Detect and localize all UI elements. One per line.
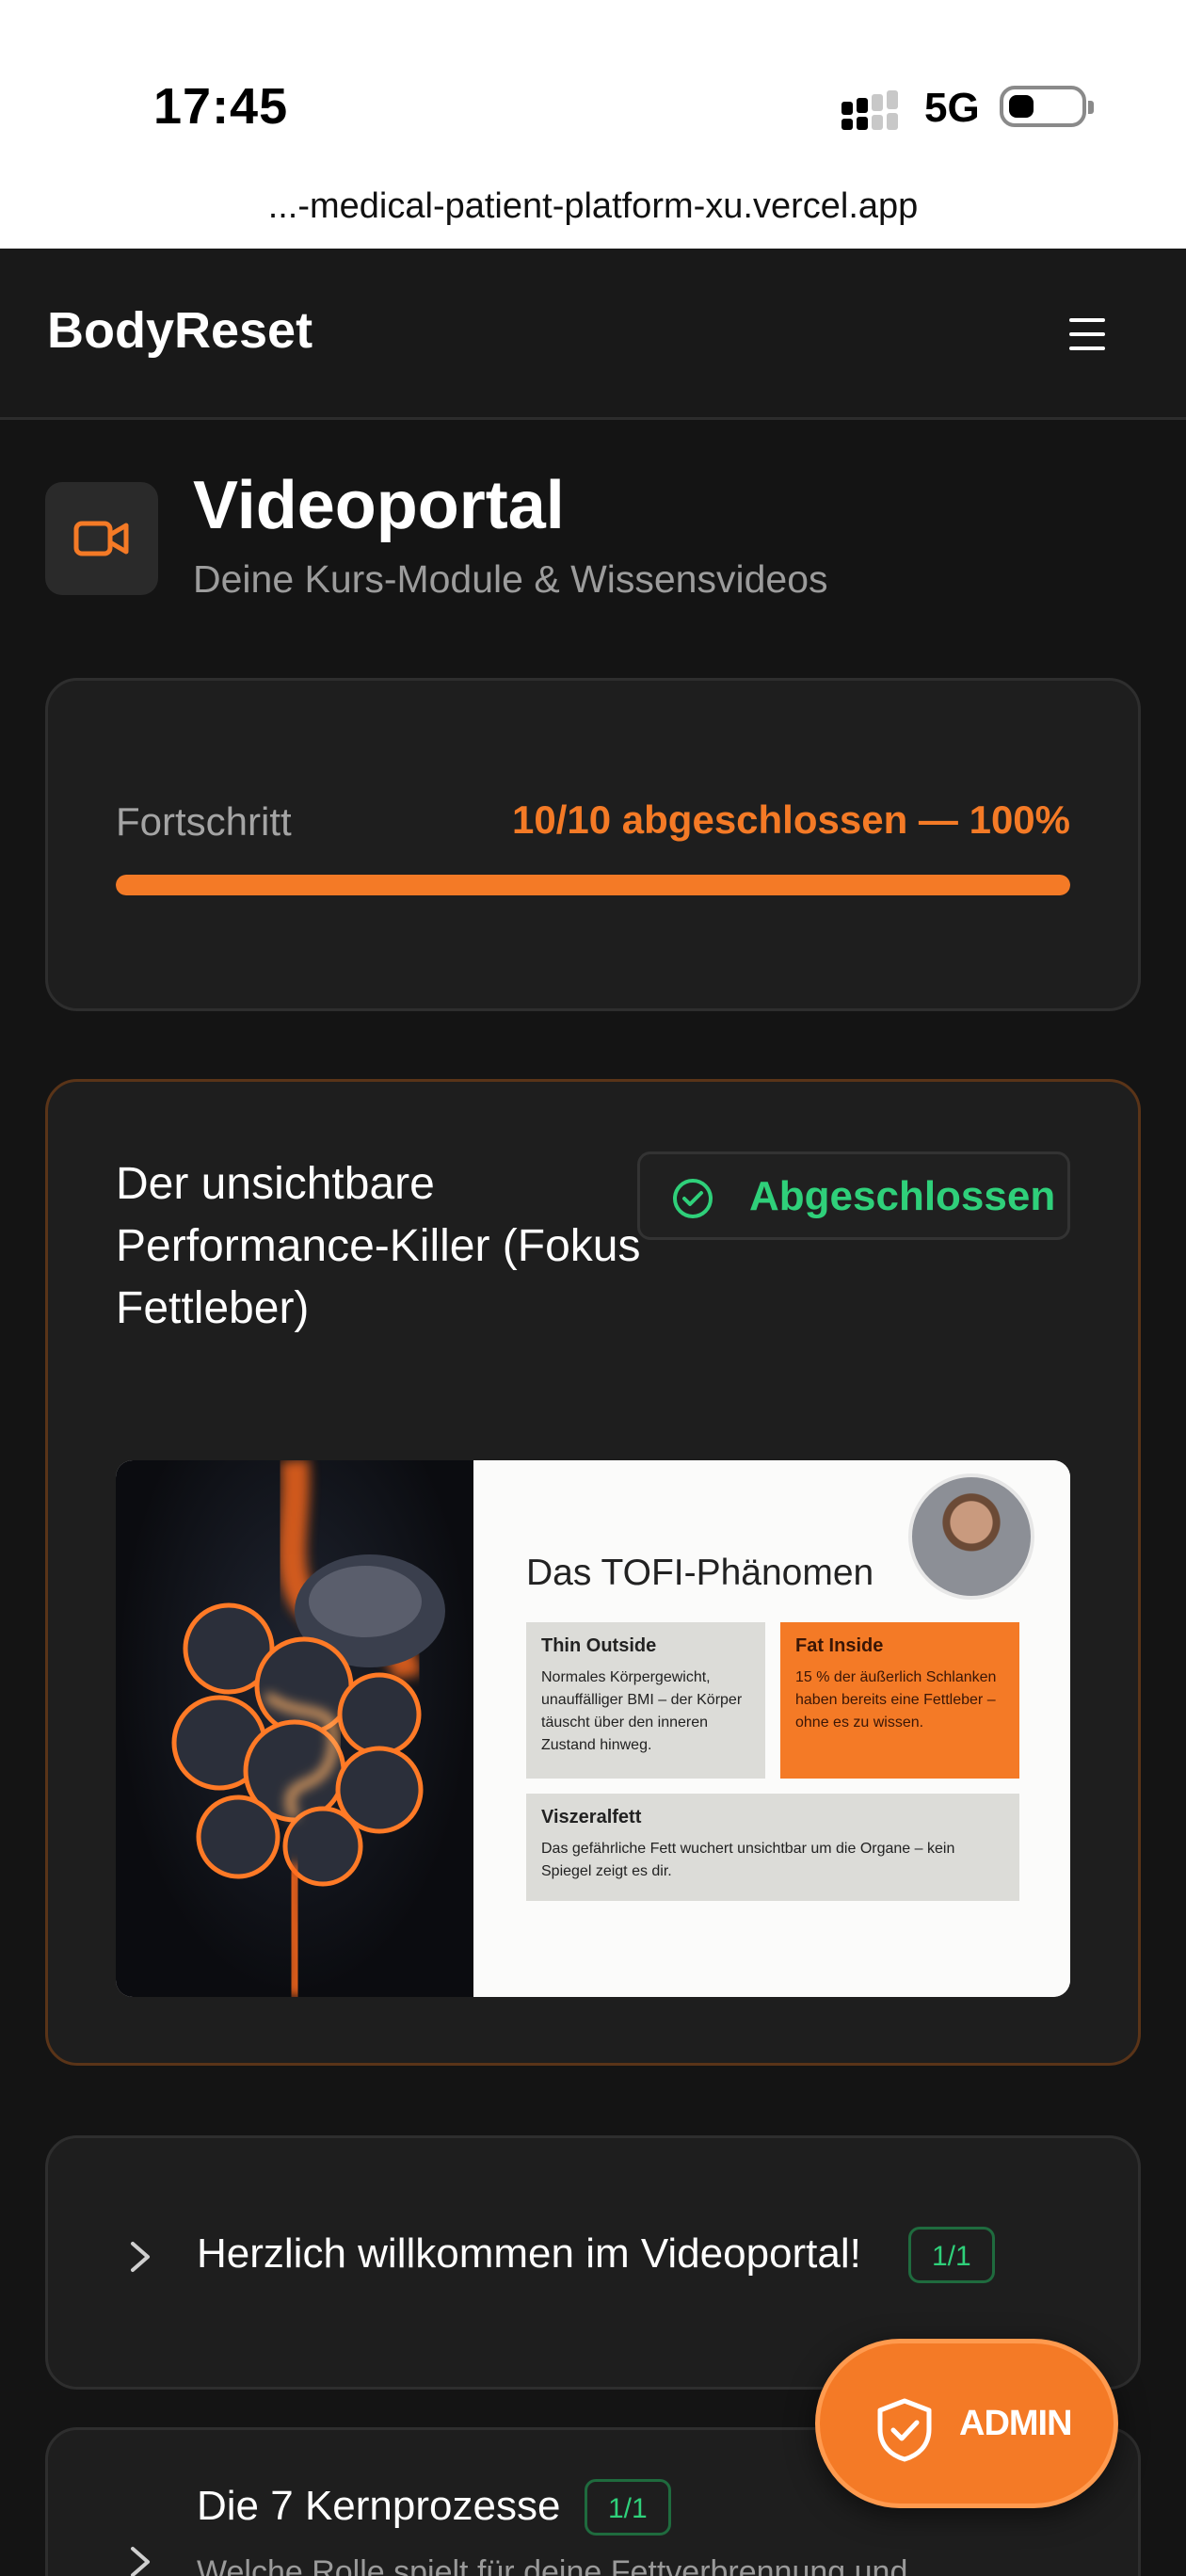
slide-box-text: 15 % der äußerlich Schlanken haben berei… <box>795 1669 997 1731</box>
signal-icon <box>841 90 906 130</box>
slide-box-heading: Thin Outside <box>541 1635 657 1656</box>
admin-button[interactable]: ADMIN <box>815 2339 1118 2508</box>
featured-video-title: Der unsichtbare Performance-Killer (Foku… <box>116 1159 641 1333</box>
completed-badge-label: Abgeschlossen <box>749 1173 1056 1219</box>
slide-box-heading: Fat Inside <box>795 1635 884 1656</box>
slide-box-fat-inside: Fat Inside 15 % der äußerlich Schlanken … <box>780 1622 1019 1779</box>
network-label: 5G <box>924 85 980 131</box>
page-subtitle: Deine Kurs-Module & Wissensvideos <box>193 557 828 601</box>
app-header: BodyReset <box>0 249 1186 420</box>
featured-video-card[interactable]: Der unsichtbare Performance-Killer (Foku… <box>45 1079 1141 2066</box>
slide-box-thin-outside: Thin Outside Normales Körpergewicht, una… <box>526 1622 765 1779</box>
module-count-badge: 1/1 <box>585 2479 671 2536</box>
module-title: Herzlich willkommen im Videoportal! <box>197 2230 861 2277</box>
slide-title: Das TOFI-Phänomen <box>526 1553 874 1593</box>
slide-box-text: Normales Körpergewicht, unauffälliger BM… <box>541 1669 743 1753</box>
intestine-illustration <box>116 1460 473 1997</box>
progress-label: Fortschritt <box>116 799 292 844</box>
status-bar: 17:45 5G ...-medical-patient-platform-xu… <box>0 0 1186 249</box>
module-title: Die 7 Kernprozesse <box>197 2483 561 2529</box>
slide-box-text: Das gefährliche Fett wuchert unsichtbar … <box>541 1841 955 1879</box>
module-count-badge: 1/1 <box>908 2227 995 2283</box>
slide-box-viszeralfett: Viszeralfett Das gefährliche Fett wucher… <box>526 1794 1019 1901</box>
completed-badge: Abgeschlossen <box>637 1151 1070 1240</box>
presenter-avatar <box>908 1473 1034 1600</box>
menu-icon[interactable] <box>1069 318 1109 350</box>
brand-logo[interactable]: BodyReset <box>47 301 313 360</box>
address-bar[interactable]: ...-medical-patient-platform-xu.vercel.a… <box>0 186 1186 227</box>
slide-preview: Das TOFI-Phänomen Thin Outside Normales … <box>473 1460 1070 1997</box>
chevron-right-icon <box>131 2547 150 2576</box>
progress-value: 10/10 abgeschlossen — 100% <box>512 797 1070 842</box>
progress-bar <box>116 875 1070 895</box>
slide-box-heading: Viszeralfett <box>541 1807 642 1827</box>
module-description: Welche Rolle spielt für deine Fettverbre… <box>197 2554 935 2576</box>
check-circle-icon <box>673 1179 713 1218</box>
video-thumbnail[interactable]: Das TOFI-Phänomen Thin Outside Normales … <box>116 1460 1070 1997</box>
video-camera-icon <box>45 482 158 595</box>
progress-card: Fortschritt 10/10 abgeschlossen — 100% <box>45 678 1141 1011</box>
admin-button-label: ADMIN <box>959 2404 1073 2443</box>
page-title: Videoportal <box>193 468 565 543</box>
progress-bar-fill <box>116 875 1070 895</box>
shield-check-icon <box>877 2398 932 2462</box>
battery-icon <box>1000 86 1094 127</box>
status-time: 17:45 <box>153 78 289 135</box>
chevron-right-icon <box>131 2242 150 2272</box>
